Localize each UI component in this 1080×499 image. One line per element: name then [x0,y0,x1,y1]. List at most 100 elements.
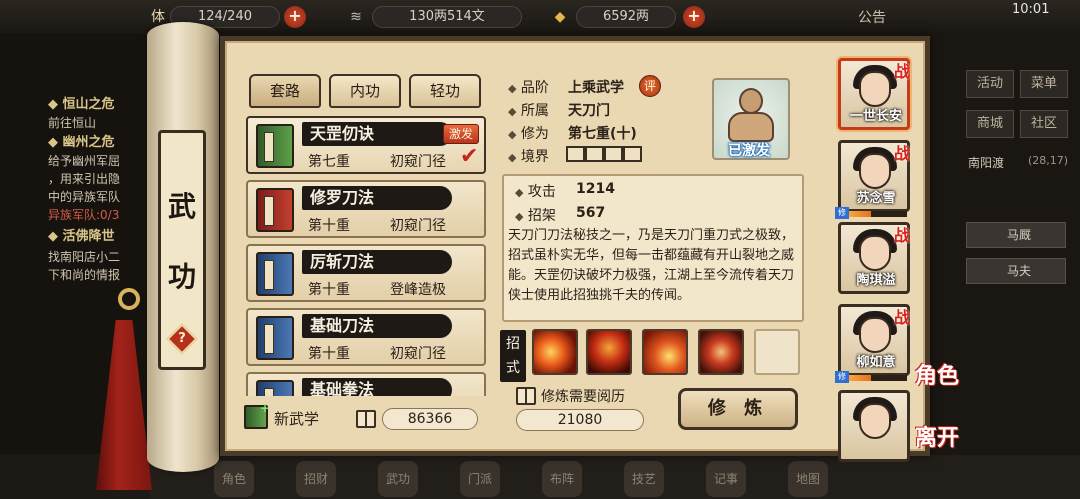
role-label[interactable]: 角色 [915,358,959,390]
progress-tag-icon: 修 [835,371,849,383]
stable-row[interactable]: 马厩 [966,222,1066,248]
leave-button[interactable]: 离开 [915,420,959,452]
skill-name: 天罡仞诀 [302,122,452,146]
skill-description: 天刀门刀法秘技之一，乃是天刀门重刀式之极致，招式虽朴实无华，但每一击都蕴藏有开山… [508,228,795,303]
quest-text: ，用来引出隐 [48,172,121,186]
quest-text: 下和尚的情报 [48,268,121,282]
nav-fortune-icon[interactable]: 招财 [296,461,336,497]
tab-lightness-skill[interactable]: 轻功 [409,74,481,108]
location-name: 南阳渡 [968,156,1005,170]
character-avatar[interactable]: 战 苏念雪 修 [835,140,911,219]
green-book-icon [256,124,294,168]
attack-label: ◆ 攻击 [515,184,556,200]
realm-label: ◆ 境界 [508,149,549,165]
move-warrior-icon[interactable] [698,329,744,375]
menu-button[interactable]: 菜单 [1020,70,1068,98]
character-name: 柳如意 [856,355,896,370]
quest-text: 给予幽州军屈 [48,154,121,168]
new-skill-label[interactable]: 新武学 [274,408,319,429]
location-coords: (28,17) [1028,154,1069,167]
cultivation-value: 第七重(十) [568,126,637,142]
activity-button[interactable]: 活动 [966,70,1014,98]
nav-journal-icon[interactable]: 记事 [706,461,746,497]
skill-rank: 初窥门径 [390,218,446,234]
notice-button[interactable]: 公告 [858,7,886,27]
train-cost-label: 修炼需要阅历 [541,389,625,405]
cultivation-label: ◆ 修为 [508,126,549,142]
nav-skill-icon[interactable]: 技艺 [624,461,664,497]
nav-map-icon[interactable]: 地图 [788,461,828,497]
activated-badge: 激发 [443,124,479,144]
quest-title[interactable]: ◆ 幽州之危 [48,134,115,152]
bottom-nav [150,455,1080,499]
monk-figure [728,112,774,142]
parry-label: ◆ 招架 [515,208,556,224]
face [859,317,891,353]
skill-card[interactable]: 基础刀法 第十重 初窥门径 [246,308,486,366]
silver-icon: ≋ [350,9,362,25]
skill-name: 基础拳法 [302,378,452,396]
tab-routine[interactable]: 套路 [249,74,321,108]
skill-name: 基础刀法 [302,314,452,338]
monk-head [739,88,763,114]
move-empty-slot[interactable] [754,329,800,375]
battle-tag: 战 [894,62,911,81]
skill-card[interactable]: 天罡仞诀 激发 第七重 初窥门径 ✔ [246,116,486,174]
character-avatar[interactable]: 战 陶琪溢 [838,222,910,294]
evaluate-button[interactable]: 评 [639,75,661,97]
moves-label: 招式 [500,330,526,382]
character-avatar[interactable]: 战 柳如意 修 [835,304,910,383]
tassel-ring [118,288,140,310]
face [859,71,891,107]
tab-inner-skill[interactable]: 内功 [329,74,401,108]
move-flame-blade-icon[interactable] [586,329,632,375]
quest-text: 找南阳店小二 [48,250,121,264]
move-blaze-strike-icon[interactable] [642,329,688,375]
skill-name: 修罗刀法 [302,186,452,210]
character-avatar[interactable] [838,390,910,462]
character-progress [841,375,907,381]
skill-card[interactable]: 基础拳法 [246,372,486,396]
checkmark-icon: ✔ [460,144,479,169]
shop-button[interactable]: 商城 [966,110,1014,138]
groom-row[interactable]: 马夫 [966,258,1066,284]
skill-card[interactable]: 修罗刀法 第十重 初窥门径 [246,180,486,238]
activated-label: 已激发 [728,143,770,159]
silver-value: 130两514文 [372,6,522,28]
battle-tag: 战 [894,144,911,163]
attack-value: 1214 [576,181,615,197]
nav-formation-icon[interactable]: 布阵 [542,461,582,497]
scroll-title-skill: 功 [167,260,196,293]
gold-icon: ◆ [554,9,566,25]
add-gold-button[interactable]: + [683,6,705,28]
add-stamina-button[interactable]: + [284,6,306,28]
blue-book-icon [256,252,294,296]
face [859,153,891,189]
character-avatar[interactable]: 战 一世长安 [838,58,910,130]
quest-text: 前往恒山 [48,116,97,130]
realm-slot [566,146,585,162]
character-name: 陶琪溢 [856,273,896,288]
skill-list[interactable]: 天罡仞诀 激发 第七重 初窥门径 ✔ 修罗刀法 第十重 初窥门径 厉斩刀法 第十… [240,110,488,396]
character-progress [841,211,907,217]
nav-sect-icon[interactable]: 门派 [460,461,500,497]
skill-card[interactable]: 厉斩刀法 第十重 登峰造极 [246,244,486,302]
experience-value: 86366 [382,408,478,430]
train-button[interactable]: 修 炼 [678,388,798,430]
nav-martial-icon[interactable]: 武功 [378,461,418,497]
experience-book-icon [356,410,376,428]
character-name: 苏念雪 [856,191,896,206]
quest-progress: 异族军队:0/3 [48,208,120,222]
move-fire-slash-icon[interactable] [532,329,578,375]
red-book-icon [256,188,294,232]
face [859,403,891,439]
quest-title[interactable]: ◆ 恒山之危 [48,96,115,114]
new-skill-icon[interactable]: + [244,401,270,429]
skill-rank: 初窥门径 [390,346,446,362]
belong-label: ◆ 所属 [508,103,549,119]
quest-title[interactable]: ◆ 活佛降世 [48,228,115,246]
scroll-title-martial: 武 [167,190,196,223]
nav-role-icon[interactable]: 角色 [214,461,254,497]
skill-level: 第十重 [308,346,350,362]
community-button[interactable]: 社区 [1020,110,1068,138]
